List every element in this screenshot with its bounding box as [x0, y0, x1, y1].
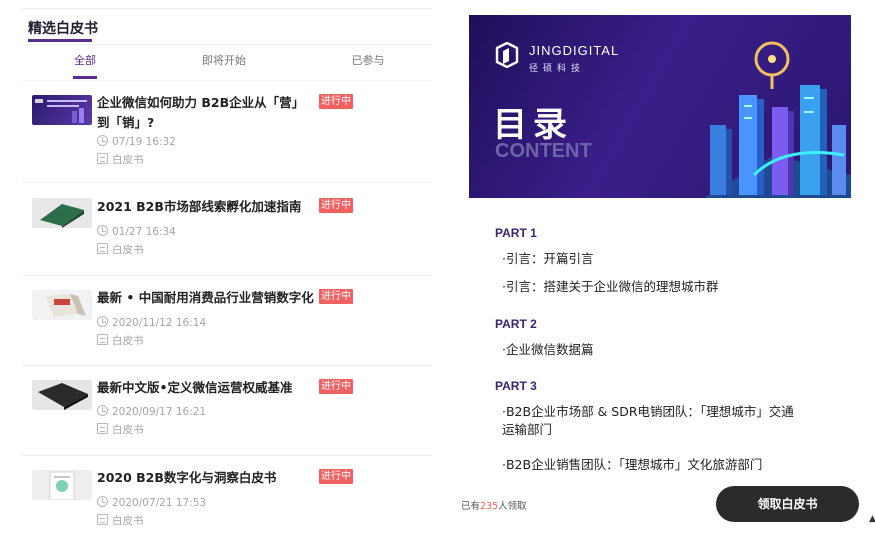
item-title: 企业微信如何助力 B2B企业从「营」到「销」?	[97, 95, 305, 130]
item-time: 2020/07/21 17:53	[97, 496, 206, 509]
item-thumbnail	[32, 95, 92, 125]
clock-icon	[97, 496, 108, 507]
clock-icon	[97, 405, 108, 416]
toc-part-title: PART 1	[495, 226, 537, 240]
status-badge: 进行中	[319, 469, 353, 484]
status-badge: 进行中	[319, 198, 353, 213]
divider	[22, 8, 432, 9]
section-title: 精选白皮书	[28, 21, 98, 37]
item-thumbnail	[32, 470, 92, 500]
item-type: 白皮书	[97, 333, 144, 348]
toc-entry: ·B2B企业销售团队：「理想城市」文化旅游部门	[502, 457, 763, 472]
item-type: 白皮书	[97, 242, 144, 257]
brand-name: JINGDIGITAL	[529, 43, 620, 58]
section-title-underline	[28, 39, 92, 42]
toc-entry: ·B2B企业市场部 & SDR电销团队：「理想城市」交通运输部门	[502, 404, 794, 437]
item-time: 2020/09/17 16:21	[97, 405, 206, 418]
document-icon	[97, 514, 108, 525]
corner-arrow-icon: ▲	[869, 514, 875, 524]
tab-joined[interactable]: 已参与	[308, 52, 428, 68]
tab-all[interactable]: 全部	[25, 52, 145, 68]
list-item[interactable]: 2020 B2B数字化与洞察白皮书 进行中 2020/07/21 17:53 白…	[22, 456, 432, 539]
item-type: 白皮书	[97, 422, 144, 437]
clock-icon	[97, 225, 108, 236]
active-tab-indicator	[73, 76, 97, 79]
item-title: 最新 • 中国耐用消费品行业营销数字化	[97, 290, 314, 305]
item-type: 白皮书	[97, 152, 144, 167]
item-thumbnail	[32, 380, 92, 410]
document-icon	[97, 423, 108, 434]
document-icon	[97, 153, 108, 164]
toc-entry: ·引言：搭建关于企业微信的理想城市群	[502, 279, 719, 294]
item-thumbnail	[32, 290, 92, 320]
status-badge: 进行中	[319, 94, 353, 109]
document-icon	[97, 243, 108, 254]
item-title: 最新中文版•定义微信运营权威基准	[97, 380, 293, 395]
item-title: 2021 B2B市场部线索孵化加速指南	[97, 199, 302, 214]
divider	[22, 182, 432, 183]
banner-title: 目录	[493, 105, 573, 145]
item-time: 2020/11/12 16:14	[97, 316, 206, 329]
banner-subtitle: CONTENT	[495, 140, 592, 162]
item-thumbnail	[32, 198, 92, 228]
clock-icon	[97, 135, 108, 146]
brand-logo-icon	[495, 42, 519, 68]
claimed-count-text: 已有235人领取	[461, 501, 527, 512]
list-item[interactable]: 最新 • 中国耐用消费品行业营销数字化 进行中 2020/11/12 16:14…	[22, 276, 432, 366]
city-illustration	[704, 41, 851, 198]
cover-banner: JINGDIGITAL 径硕科技 目录 CONTENT	[469, 15, 851, 198]
list-item[interactable]: 最新中文版•定义微信运营权威基准 进行中 2020/09/17 16:21 白皮…	[22, 366, 432, 456]
toc-entry: ·引言：开篇引言	[502, 251, 594, 266]
item-time: 01/27 16:34	[97, 225, 176, 238]
divider	[22, 44, 432, 45]
list-item[interactable]: 2021 B2B市场部线索孵化加速指南 进行中 01/27 16:34 白皮书	[22, 186, 432, 276]
divider	[22, 80, 432, 81]
status-badge: 进行中	[319, 379, 353, 394]
claim-whitepaper-button[interactable]: 领取白皮书	[716, 486, 859, 522]
document-icon	[97, 334, 108, 345]
whitepaper-list-panel: 精选白皮书 全部 即将开始 已参与 企业微信如何助力 B2B企业从「营」到「销」…	[22, 0, 432, 539]
toc-entry: ·企业微信数据篇	[502, 342, 594, 357]
tab-upcoming[interactable]: 即将开始	[164, 52, 284, 68]
brand-subtitle: 径硕科技	[529, 64, 586, 74]
list-item[interactable]: 企业微信如何助力 B2B企业从「营」到「销」? 进行中 07/19 16:32 …	[22, 93, 432, 183]
status-badge: 进行中	[319, 289, 353, 304]
item-type: 白皮书	[97, 513, 144, 528]
toc-part-title: PART 2	[495, 317, 537, 331]
toc-part-title: PART 3	[495, 379, 537, 393]
item-title: 2020 B2B数字化与洞察白皮书	[97, 470, 277, 485]
clock-icon	[97, 316, 108, 327]
item-time: 07/19 16:32	[97, 135, 176, 148]
